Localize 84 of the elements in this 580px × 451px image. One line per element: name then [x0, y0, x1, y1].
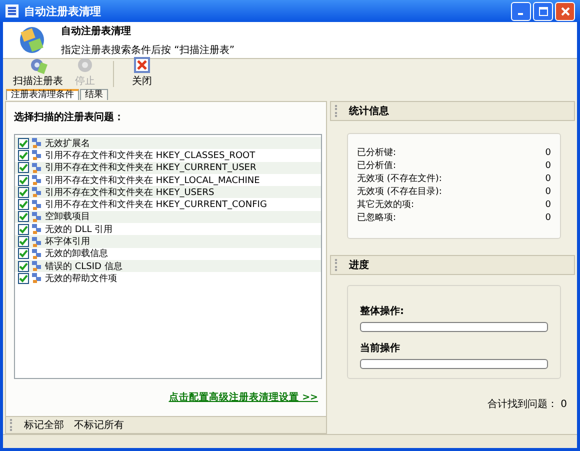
progress-label: 当前操作 [360, 342, 401, 355]
issue-label: 引用不存在文件和文件夹在 HKEY_CLASSES_ROOT [45, 150, 256, 162]
total-issues: 合计找到问题： 0 [487, 398, 567, 411]
stat-value: 0 [545, 161, 551, 172]
mark-link[interactable]: 不标记所有 [74, 418, 124, 432]
checkbox[interactable] [18, 199, 29, 210]
registry-icon [31, 186, 43, 198]
registry-cubes-icon [17, 25, 47, 55]
stat-label: 其它无效的项: [357, 200, 414, 211]
checkbox[interactable] [18, 236, 29, 248]
stat-value: 0 [545, 200, 551, 211]
issue-row[interactable]: 引用不存在文件和文件夹在 HKEY_CURRENT_USER [15, 162, 321, 174]
checkbox[interactable] [18, 260, 29, 272]
close-button[interactable] [555, 2, 575, 20]
registry-icon [31, 260, 43, 272]
registry-icon [31, 223, 43, 236]
close-icon [560, 6, 570, 16]
toolbar-button[interactable]: 扫描注册表 [9, 56, 67, 89]
issue-label: 引用不存在文件和文件夹在 HKEY_USERS [45, 186, 214, 199]
registry-icon [31, 162, 43, 174]
header-title: 自动注册表清理 [61, 24, 132, 38]
mark-link[interactable]: 标记全部 [24, 418, 64, 432]
issue-row[interactable]: 错误的 CLSID 信息 [15, 260, 321, 272]
issue-label: 无效的 DLL 引用 [45, 224, 113, 236]
maximize-button[interactable] [533, 2, 553, 20]
registry-icon [31, 198, 43, 211]
stat-label: 已忽略项: [357, 213, 396, 224]
checkbox[interactable] [18, 224, 29, 235]
progress-label: 整体操作: [360, 304, 405, 318]
issue-label: 无效扩展名 [45, 138, 90, 150]
issue-row[interactable]: 空卸载项目 [15, 210, 321, 224]
stat-value: 0 [545, 148, 551, 159]
registry-icon [31, 236, 43, 248]
registry-icon [31, 210, 43, 223]
checkbox[interactable] [18, 138, 29, 149]
issue-row[interactable]: 无效的 DLL 引用 [15, 223, 321, 236]
checkbox[interactable] [18, 162, 29, 174]
section-heading: 选择扫描的注册表问题： [14, 110, 125, 124]
tab[interactable]: 结果 [80, 89, 108, 100]
issue-row[interactable]: 无效的卸载信息 [15, 248, 321, 260]
issue-row[interactable]: 引用不存在文件和文件夹在 HKEY_CURRENT_CONFIG [15, 198, 321, 211]
list-icon [5, 4, 19, 18]
issue-row[interactable]: 无效的帮助文件项 [15, 272, 321, 285]
stat-label: 已分析键: [357, 148, 396, 159]
stat-label: 无效项 (不存在文件): [357, 174, 442, 185]
issue-label: 无效的帮助文件项 [45, 272, 117, 285]
issue-label: 坏字体引用 [45, 236, 90, 248]
issue-row[interactable]: 引用不存在文件和文件夹在 HKEY_CLASSES_ROOT [15, 149, 321, 162]
toolbar-button[interactable]: 关闭 [124, 56, 160, 89]
stat-value: 0 [545, 174, 551, 185]
registry-icon [31, 149, 43, 162]
registry-icon [31, 174, 43, 186]
checkbox[interactable] [18, 186, 29, 198]
checkbox[interactable] [18, 211, 29, 222]
panel-title: 进度 [349, 258, 369, 272]
issue-label: 无效的卸载信息 [45, 248, 108, 260]
maximize-icon [538, 6, 548, 16]
issue-row[interactable]: 引用不存在文件和文件夹在 HKEY_USERS [15, 186, 321, 198]
header-subtitle: 指定注册表搜索条件后按 “扫描注册表” [61, 44, 235, 56]
issue-row[interactable]: 引用不存在文件和文件夹在 HKEY_LOCAL_MACHINE [15, 174, 321, 186]
registry-icon [31, 272, 43, 284]
minimize-button[interactable] [511, 2, 531, 20]
window-title: 自动注册表清理 [24, 4, 102, 18]
checkbox[interactable] [18, 272, 29, 284]
panel-title: 统计信息 [349, 104, 389, 118]
issue-row[interactable]: 无效扩展名 [15, 137, 321, 150]
stat-value: 0 [545, 213, 551, 224]
tab[interactable]: 注册表清理条件 [6, 89, 79, 100]
issue-label: 引用不存在文件和文件夹在 HKEY_CURRENT_USER [45, 162, 256, 174]
checkbox[interactable] [18, 248, 29, 260]
checkbox[interactable] [18, 150, 29, 161]
stat-value: 0 [545, 187, 551, 198]
stat-label: 无效项 (不存在目录): [357, 187, 442, 198]
checkbox[interactable] [18, 174, 29, 186]
registry-icon [31, 248, 43, 260]
issue-label: 空卸载项目 [45, 210, 90, 224]
advanced-settings-link[interactable]: 点击配置高级注册表清理设置 >> [168, 391, 318, 404]
issue-label: 引用不存在文件和文件夹在 HKEY_LOCAL_MACHINE [45, 174, 260, 187]
issue-row[interactable]: 坏字体引用 [15, 235, 321, 248]
registry-icon [31, 137, 43, 150]
gear-icon [28, 56, 48, 74]
stat-label: 已分析值: [357, 161, 396, 172]
issue-label: 错误的 CLSID 信息 [45, 260, 122, 273]
issue-label: 引用不存在文件和文件夹在 HKEY_CURRENT_CONFIG [45, 198, 267, 212]
